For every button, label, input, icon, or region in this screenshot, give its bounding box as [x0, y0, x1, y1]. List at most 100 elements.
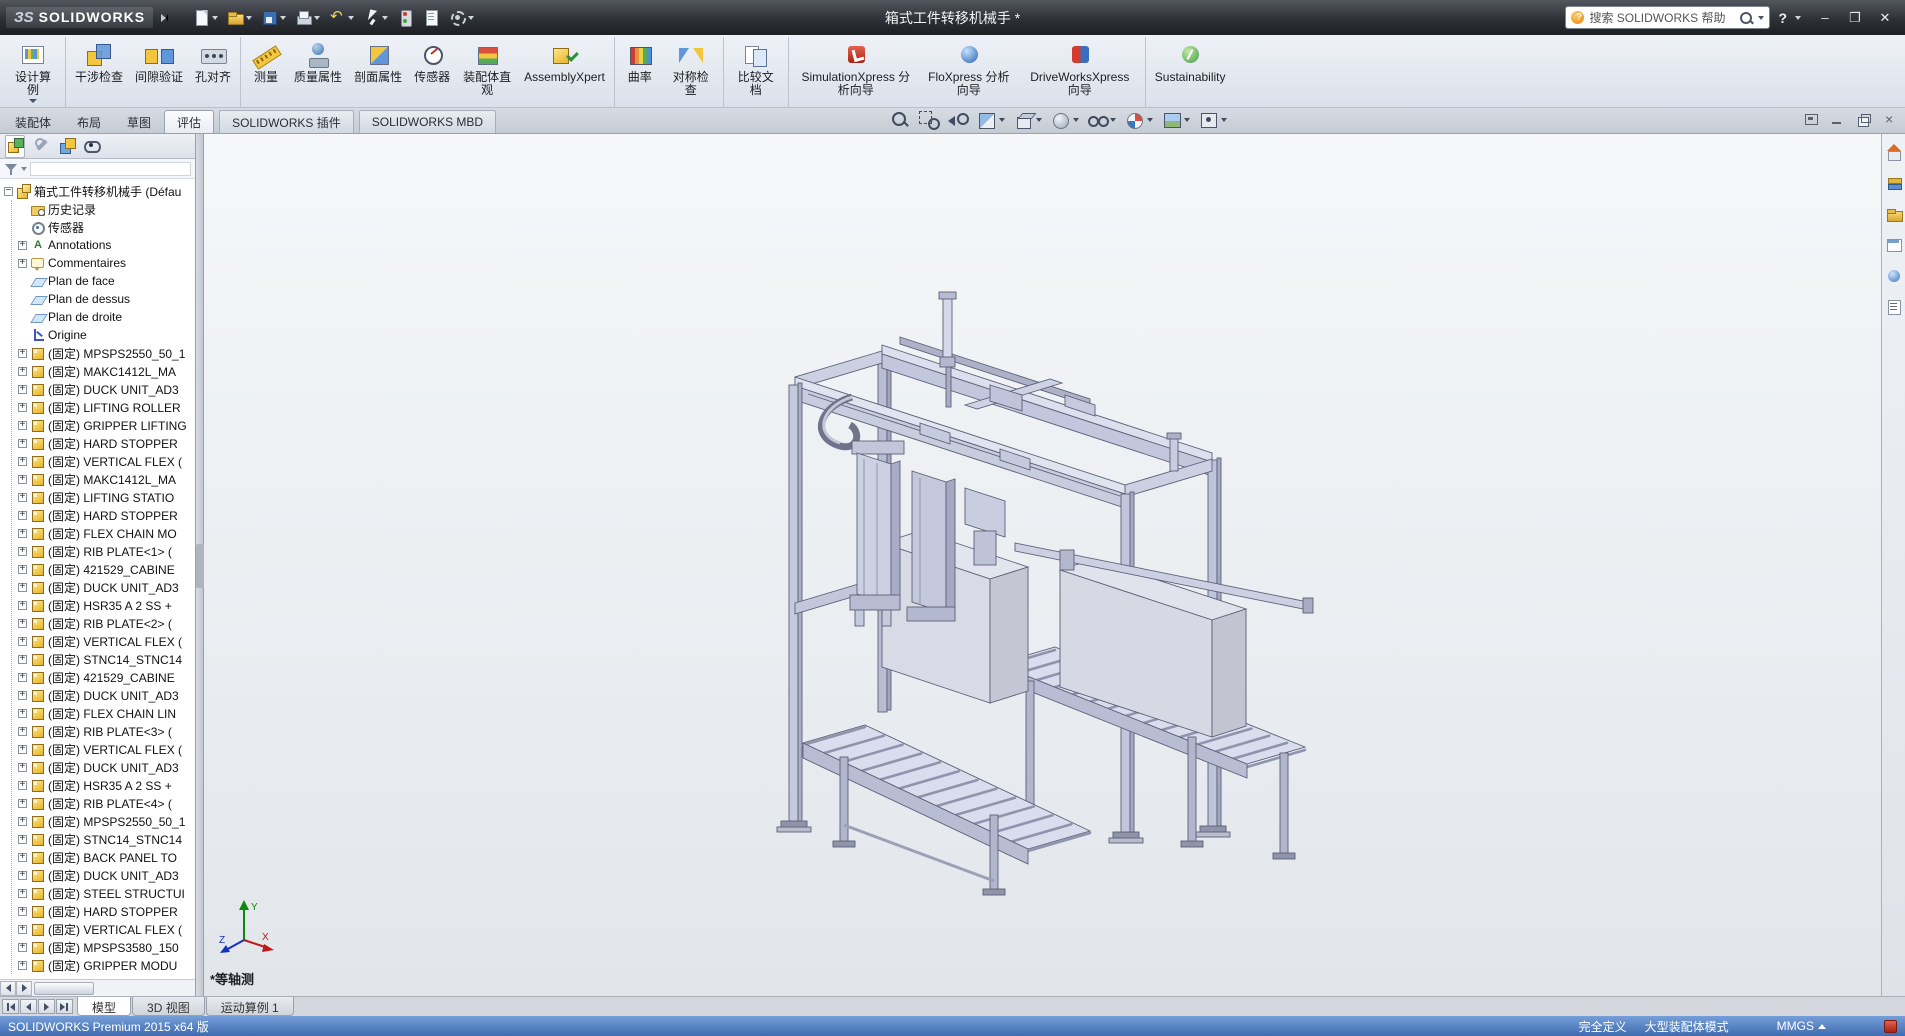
expand-toggle[interactable] [18, 439, 27, 448]
expand-toggle[interactable] [18, 241, 27, 250]
logo-flyout-arrow[interactable] [161, 14, 168, 22]
panel-splitter[interactable] [196, 134, 204, 996]
command-manager-tab[interactable]: 装配体 [2, 110, 64, 133]
tree-item[interactable]: (固定) RIB PLATE<3> ( [17, 722, 195, 740]
view-toolbar-button[interactable] [1199, 111, 1227, 129]
quick-toolbar-button[interactable] [292, 5, 323, 31]
view-toolbar-button[interactable] [919, 111, 939, 129]
tree-item[interactable]: (固定) DUCK UNIT_AD3 [17, 866, 195, 884]
tree-item[interactable]: (固定) MPSPS2550_50_1 [17, 812, 195, 830]
panel-tab[interactable] [82, 136, 100, 157]
view-toolbar-button[interactable] [1088, 111, 1116, 129]
next-tab-button[interactable] [38, 999, 55, 1014]
command-manager-tab[interactable]: 布局 [64, 110, 114, 133]
expand-toggle[interactable] [18, 925, 27, 934]
quick-toolbar-button[interactable] [420, 5, 443, 31]
expand-toggle[interactable] [18, 457, 27, 466]
ribbon-tool-button[interactable]: 比较文档 [727, 37, 789, 107]
expand-toggle[interactable] [18, 493, 27, 502]
task-pane-tab[interactable] [1886, 144, 1902, 163]
quick-toolbar-button[interactable] [224, 5, 255, 31]
tree-item[interactable]: Annotations [17, 236, 195, 254]
task-pane-tab[interactable] [1886, 268, 1902, 287]
dropdown-caret-icon[interactable] [1036, 118, 1042, 122]
dropdown-caret-icon[interactable] [1184, 118, 1190, 122]
quick-toolbar-button[interactable] [394, 5, 417, 31]
ribbon-tool-button[interactable]: 孔对齐 [189, 37, 241, 107]
tree-item[interactable]: (固定) RIB PLATE<2> ( [17, 614, 195, 632]
ribbon-tool-button[interactable]: 设计算例 [4, 37, 66, 107]
ribbon-tool-button[interactable]: 剖面属性 [348, 37, 408, 107]
tree-root-item[interactable]: 箱式工件转移机械手 (Défau [3, 182, 195, 200]
document-view-tab[interactable]: 3D 视图 [132, 997, 205, 1016]
expand-toggle[interactable] [18, 745, 27, 754]
expand-toggle[interactable] [18, 727, 27, 736]
view-toolbar-button[interactable] [1014, 111, 1042, 129]
tree-item[interactable]: (固定) MAKC1412L_MA [17, 362, 195, 380]
tree-item[interactable]: (固定) MAKC1412L_MA [17, 470, 195, 488]
expand-toggle[interactable] [18, 385, 27, 394]
expand-toggle[interactable] [18, 799, 27, 808]
expand-toggle[interactable] [18, 421, 27, 430]
quick-toolbar-button[interactable] [446, 5, 477, 31]
document-view-tab[interactable]: 运动算例 1 [206, 997, 294, 1016]
dropdown-caret-icon[interactable] [468, 16, 474, 20]
filter-funnel-icon[interactable] [4, 162, 18, 176]
search-dropdown-caret-icon[interactable] [1758, 16, 1764, 20]
tree-item[interactable]: (固定) RIB PLATE<1> ( [17, 542, 195, 560]
expand-toggle[interactable] [18, 637, 27, 646]
tree-item[interactable]: (固定) FLEX CHAIN LIN [17, 704, 195, 722]
scrollbar-track[interactable] [32, 981, 195, 996]
expand-toggle[interactable] [18, 583, 27, 592]
close-button[interactable]: ✕ [1871, 8, 1899, 28]
tree-item[interactable]: (固定) DUCK UNIT_AD3 [17, 380, 195, 398]
dropdown-caret-icon[interactable] [348, 16, 354, 20]
tree-item[interactable]: 历史记录 [17, 200, 195, 218]
tree-item[interactable]: (固定) 421529_CABINE [17, 668, 195, 686]
search-box[interactable]: 搜索 SOLIDWORKS 帮助 [1565, 6, 1770, 29]
ribbon-tool-button[interactable]: 对称检查 [662, 37, 724, 107]
previous-tab-button[interactable] [20, 999, 37, 1014]
expand-toggle[interactable] [18, 511, 27, 520]
tree-item[interactable]: (固定) HARD STOPPER [17, 434, 195, 452]
tree-item[interactable]: (固定) 421529_CABINE [17, 560, 195, 578]
document-window-button[interactable] [1856, 113, 1871, 129]
tree-item[interactable]: Plan de face [17, 272, 195, 290]
tree-item[interactable]: (固定) MPSPS2550_50_1 [17, 344, 195, 362]
panel-tab[interactable] [5, 135, 25, 158]
scroll-right-button[interactable] [16, 981, 32, 996]
expand-toggle[interactable] [18, 367, 27, 376]
collapse-toggle[interactable] [4, 187, 13, 196]
tree-item[interactable]: (固定) DUCK UNIT_AD3 [17, 758, 195, 776]
dropdown-caret-icon[interactable] [1110, 118, 1116, 122]
expand-toggle[interactable] [18, 943, 27, 952]
tree-item[interactable]: (固定) HSR35 A 2 SS + [17, 596, 195, 614]
tree-item[interactable]: (固定) LIFTING ROLLER [17, 398, 195, 416]
dropdown-caret-icon[interactable] [314, 16, 320, 20]
expand-toggle[interactable] [18, 601, 27, 610]
expand-toggle[interactable] [18, 565, 27, 574]
expand-toggle[interactable] [18, 871, 27, 880]
ribbon-tool-button[interactable]: 装配体直观 [456, 37, 518, 107]
tree-horizontal-scrollbar[interactable] [0, 979, 195, 996]
quick-toolbar-button[interactable] [258, 5, 289, 31]
graphics-viewport[interactable]: Y X Z *等轴测 [204, 134, 1881, 996]
ribbon-tool-button[interactable]: Sustainability [1149, 37, 1232, 107]
dropdown-caret-icon[interactable] [1147, 118, 1153, 122]
last-tab-button[interactable] [56, 999, 73, 1014]
tree-item[interactable]: (固定) DUCK UNIT_AD3 [17, 578, 195, 596]
tree-filter-input[interactable] [30, 162, 191, 176]
tree-item[interactable]: (固定) MPSPS3580_150 [17, 938, 195, 956]
view-toolbar-button[interactable] [1051, 111, 1079, 129]
expand-toggle[interactable] [18, 403, 27, 412]
expand-toggle[interactable] [18, 763, 27, 772]
expand-toggle[interactable] [18, 673, 27, 682]
search-placeholder-text[interactable]: 搜索 SOLIDWORKS 帮助 [1589, 9, 1734, 26]
expand-toggle[interactable] [18, 781, 27, 790]
view-toolbar-button[interactable] [948, 111, 968, 129]
tree-item[interactable]: Origine [17, 326, 195, 344]
ribbon-tool-button[interactable]: DriveWorksXpress 向导 [1018, 37, 1146, 107]
document-window-button[interactable] [1882, 113, 1897, 129]
tree-item[interactable]: (固定) VERTICAL FLEX ( [17, 740, 195, 758]
tree-item[interactable]: (固定) RIB PLATE<4> ( [17, 794, 195, 812]
